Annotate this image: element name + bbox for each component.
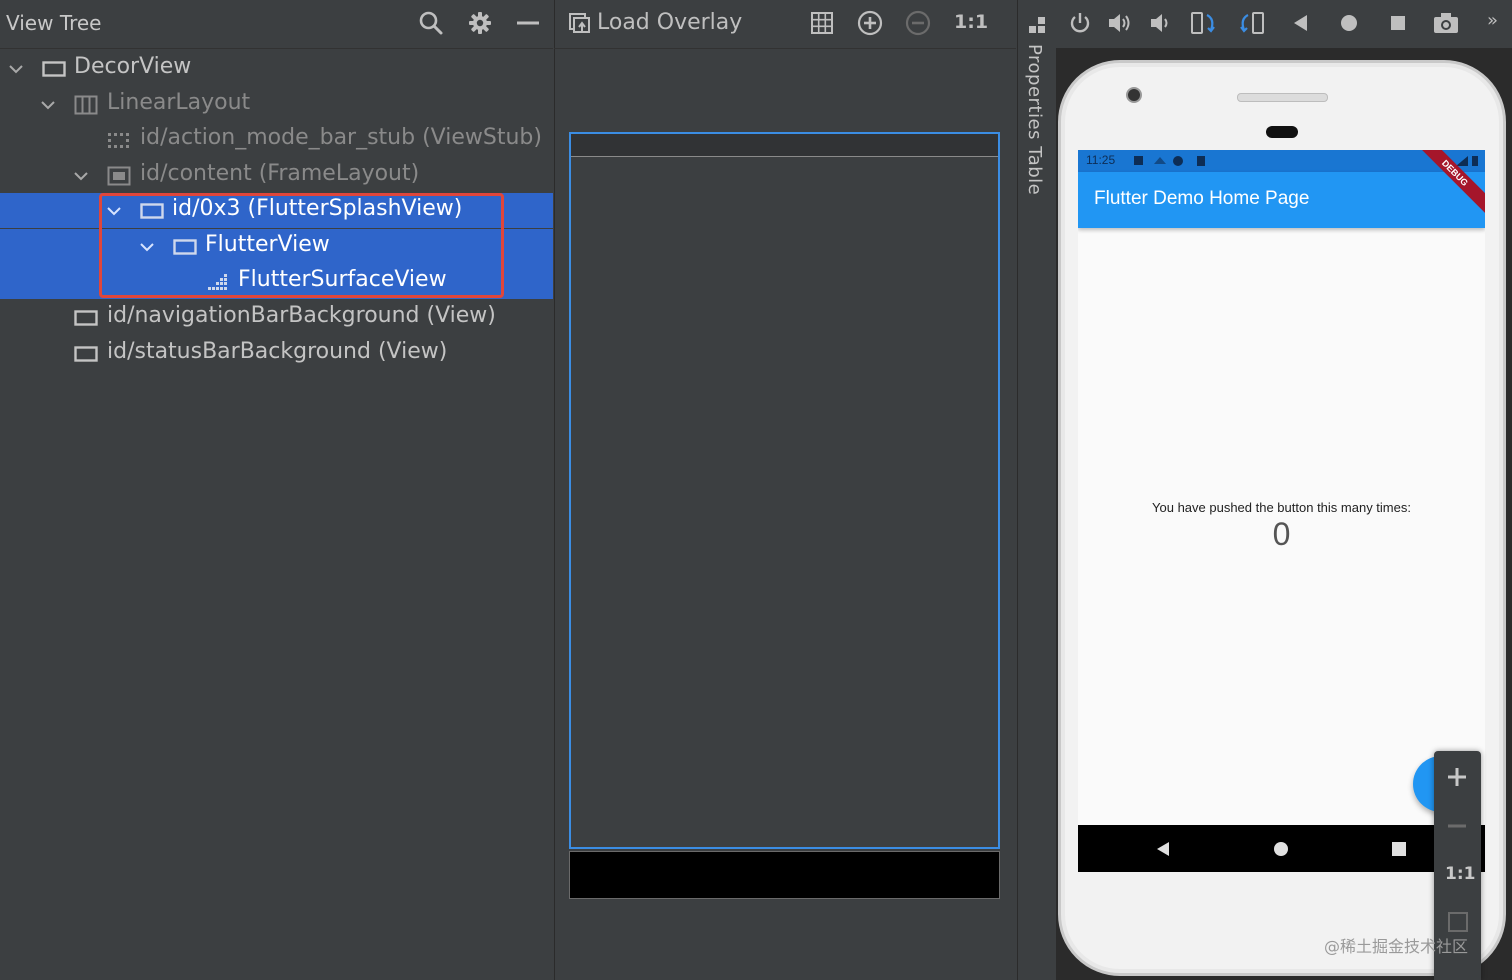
earpiece-speaker: [1237, 93, 1328, 102]
tree-node-linearlayout[interactable]: LinearLayout: [0, 87, 553, 122]
fit-screen-icon[interactable]: [1447, 911, 1469, 933]
wireframe-navigation-bar[interactable]: [569, 851, 1000, 899]
gear-icon[interactable]: [465, 8, 495, 38]
overview-icon[interactable]: [1383, 8, 1413, 38]
app-title: Flutter Demo Home Page: [1094, 188, 1310, 209]
zoom-in-icon[interactable]: [1446, 766, 1468, 788]
properties-table-label: Properties Table: [1024, 44, 1045, 196]
view-icon: [74, 346, 98, 362]
view-icon: [42, 61, 66, 77]
tree-node-navigation-bar-background[interactable]: id/navigationBarBackground (View): [0, 300, 553, 335]
nav-back-icon[interactable]: [1154, 840, 1172, 858]
front-camera: [1126, 87, 1142, 103]
view-icon: [74, 310, 98, 326]
rotate-right-icon[interactable]: [1237, 8, 1267, 38]
view-tree-toolbar: View Tree: [0, 0, 553, 49]
tree-node-label: id/statusBarBackground (View): [107, 339, 448, 364]
view-stub-icon: [108, 133, 129, 148]
tree-node-content[interactable]: id/content (FrameLayout): [0, 158, 553, 193]
watermark: @稀土掘金技术社区: [1324, 937, 1469, 956]
tree-node-viewstub[interactable]: id/action_mode_bar_stub (ViewStub): [0, 122, 553, 157]
linear-layout-icon: [74, 95, 98, 115]
volume-up-icon[interactable]: [1105, 8, 1135, 38]
tree-node-label: DecorView: [74, 54, 192, 79]
frame-layout-icon: [107, 166, 131, 186]
home-icon[interactable]: [1334, 8, 1364, 38]
proximity-sensor: [1266, 126, 1298, 138]
counter-label: You have pushed the button this many tim…: [1152, 500, 1411, 515]
rotate-left-icon[interactable]: [1189, 8, 1219, 38]
nav-home-icon[interactable]: [1272, 840, 1290, 858]
nav-overview-icon[interactable]: [1390, 840, 1408, 858]
power-icon[interactable]: [1065, 8, 1095, 38]
tree-node-decorview[interactable]: DecorView: [0, 51, 553, 86]
properties-table-tab[interactable]: Properties Table: [1024, 44, 1048, 244]
device-screen[interactable]: 11:25 Flutter Demo Home Page DEBUG You h…: [1078, 150, 1485, 872]
highlight-box: [99, 193, 504, 298]
minimize-icon[interactable]: [513, 8, 543, 38]
tree-node-label: id/content (FrameLayout): [140, 161, 420, 186]
navigation-bar: [1078, 825, 1485, 872]
status-time: 11:25: [1086, 153, 1116, 167]
wireframe-selected-view[interactable]: [569, 132, 1000, 849]
load-overlay-icon[interactable]: [565, 8, 595, 38]
tree-node-label: id/action_mode_bar_stub (ViewStub): [140, 125, 542, 150]
wireframe-status-bar[interactable]: [571, 134, 998, 157]
actual-size-button[interactable]: 1:1: [954, 11, 988, 33]
app-bar: Flutter Demo Home Page: [1078, 172, 1485, 228]
chevron-down-icon[interactable]: [72, 167, 90, 185]
zoom-out-icon[interactable]: [903, 8, 933, 38]
counter-value: 0: [1272, 516, 1291, 552]
grid-icon[interactable]: [807, 8, 837, 38]
chevron-down-icon[interactable]: [39, 96, 57, 114]
layout-preview-toolbar: Load Overlay 1:1: [554, 0, 1016, 49]
emulator-toolbar: »: [1056, 0, 1512, 48]
volume-down-icon[interactable]: [1145, 8, 1175, 38]
camera-icon[interactable]: [1431, 8, 1461, 38]
tree-node-label: id/navigationBarBackground (View): [107, 303, 496, 328]
layout-icon[interactable]: [1028, 16, 1046, 34]
status-bar: 11:25: [1078, 150, 1485, 172]
load-overlay-button[interactable]: Load Overlay: [597, 10, 742, 35]
zoom-in-icon[interactable]: [855, 8, 885, 38]
zoom-actual-size-button[interactable]: 1:1: [1445, 864, 1475, 884]
tree-node-label: LinearLayout: [107, 90, 251, 115]
tree-node-status-bar-background[interactable]: id/statusBarBackground (View): [0, 336, 553, 371]
zoom-out-icon[interactable]: [1446, 815, 1468, 837]
search-icon[interactable]: [416, 8, 446, 38]
chevron-down-icon[interactable]: [7, 60, 25, 78]
notification-icons: [1134, 156, 1205, 166]
back-icon[interactable]: [1286, 8, 1316, 38]
overflow-menu-button[interactable]: »: [1487, 10, 1498, 31]
panel-title: View Tree: [6, 11, 102, 35]
